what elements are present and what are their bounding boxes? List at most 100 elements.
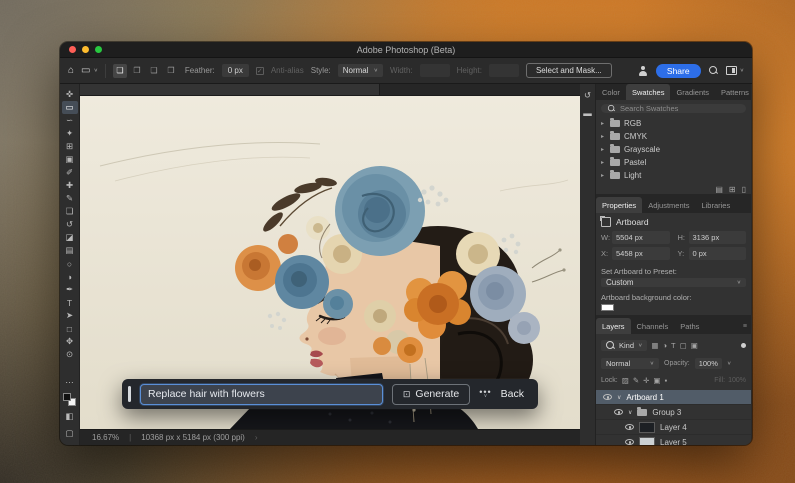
tool-path-selection[interactable]: ➤ [62,309,78,322]
tab-swatches[interactable]: Swatches [626,84,671,100]
dimension-input[interactable]: 5504 px [612,231,670,244]
dimension-input[interactable]: 3136 px [689,231,747,244]
swatch-search-field[interactable]: Search Swatches [601,104,746,113]
expand-caret-icon[interactable]: ▸ [601,146,606,153]
tab-layers[interactable]: Layers [596,318,631,334]
tool-zoom[interactable]: ⊙ [62,348,78,361]
tab-patterns[interactable]: Patterns [715,84,752,100]
lock-artboard-nesting[interactable]: ▣ [653,376,660,385]
tool-pen[interactable]: ✒ [62,283,78,296]
lock-position[interactable]: ✛ [643,376,649,385]
workspace-switcher[interactable]: ∨ [726,66,744,75]
tool-dodge[interactable]: ◑ [62,270,78,283]
filter-adjustment-layers[interactable]: ◑ [663,341,668,350]
expand-caret-icon[interactable]: ▸ [601,133,606,140]
dimension-input[interactable]: 5458 px [612,247,670,260]
tab-color[interactable]: Color [596,84,626,100]
expand-caret-icon[interactable]: ▸ [601,172,606,179]
swatches-delete-swatch[interactable]: ▯ [742,185,746,194]
color-swatches[interactable] [63,393,76,406]
tool-type[interactable]: T [62,296,78,309]
swatch-group-light[interactable]: ▸ Light [601,169,746,182]
blend-mode-dropdown[interactable]: Normal ∨ [601,358,659,369]
select-and-mask-button[interactable]: Select and Mask... [526,63,612,78]
panel-menu-icon[interactable]: ≡ [743,318,751,334]
swatch-group-pastel[interactable]: ▸ Pastel [601,156,746,169]
status-chevron-icon[interactable]: › [255,433,258,442]
expand-caret-icon[interactable]: ∨ [617,394,621,401]
tool-clone-stamp[interactable]: ❏ [62,205,78,218]
visibility-eye-icon[interactable] [603,394,612,400]
tool-object-selection[interactable]: ✦ [62,127,78,140]
tool-rectangle[interactable]: □ [62,322,78,335]
document-tab[interactable] [80,84,380,95]
tool-rectangular-marquee[interactable]: ▭ [62,101,78,114]
swatches-new-group[interactable]: ▤ [715,185,723,194]
selmode-add-to-selection[interactable]: ❐ [130,64,144,78]
tab-channels[interactable]: Channels [631,318,675,334]
swatch-group-grayscale[interactable]: ▸ Grayscale [601,143,746,156]
artboard-bg-color-swatch[interactable] [601,304,614,311]
visibility-eye-icon[interactable] [614,409,623,415]
tab-properties[interactable]: Properties [596,197,642,213]
selmode-new-selection[interactable]: ❏ [113,64,127,78]
layer-row-artboard-1[interactable]: ∨ Artboard 1 [596,390,751,405]
opacity-input[interactable]: 100% [695,358,722,369]
filter-toggle[interactable] [741,343,746,348]
swatch-group-cmyk[interactable]: ▸ CMYK [601,130,746,143]
swatches-new-swatch[interactable]: ⊞ [729,185,736,194]
selmode-subtract-from-selection[interactable]: ❑ [147,64,161,78]
filter-shape-layers[interactable]: ▢ [680,341,687,350]
tab-adjustments[interactable]: Adjustments [642,197,695,213]
generative-fill-prompt-input[interactable] [140,384,383,405]
search-icon[interactable] [709,66,718,75]
foreground-color[interactable] [63,393,71,401]
visibility-eye-icon[interactable] [625,439,634,445]
screen-mode-button[interactable]: ▢ [62,427,78,440]
tool-history-brush[interactable]: ↺ [62,218,78,231]
canvas[interactable]: ⊡ Generate ••• ∨ Back [80,96,580,429]
account-icon[interactable] [638,66,648,76]
filter-smart-objects[interactable]: ▣ [691,341,698,350]
tool-brush[interactable]: ✎ [62,192,78,205]
tool-crop[interactable]: ⊞ [62,140,78,153]
tool-eraser[interactable]: ◪ [62,231,78,244]
width-input[interactable] [420,64,450,77]
expand-caret-icon[interactable]: ▸ [601,120,606,127]
quick-mask-button[interactable]: ◧ [62,410,78,423]
layer-row-layer-4[interactable]: ∨ Layer 4 [596,420,751,435]
feather-input[interactable]: 0 px [222,64,249,77]
tool-spot-healing[interactable]: ✚ [62,179,78,192]
tool-move[interactable]: ✜ [62,88,78,101]
filter-pixel-layers[interactable]: ▦ [651,341,658,350]
tool-gradient[interactable]: ▤ [62,244,78,257]
tab-libraries[interactable]: Libraries [695,197,736,213]
tool-frame[interactable]: ▣ [62,153,78,166]
selmode-intersect-selection[interactable]: ❒ [164,64,178,78]
lock-transparent-pixels[interactable]: ▨ [622,376,629,385]
artboard-preset-dropdown[interactable]: Custom ∨ [601,278,746,287]
collapsed-panel-properties-mini[interactable]: ▬ [583,108,592,118]
expand-caret-icon[interactable]: ∨ [628,409,632,416]
layer-row-layer-5[interactable]: ∨ Layer 5 [596,435,751,445]
generate-button[interactable]: ⊡ Generate [392,384,470,405]
tool-blur[interactable]: ○ [62,257,78,270]
dimension-input[interactable]: 0 px [689,247,747,260]
tool-lasso[interactable]: ∽ [62,114,78,127]
expand-caret-icon[interactable]: ▸ [601,159,606,166]
more-options-button[interactable]: ••• ∨ [479,390,491,398]
home-icon[interactable]: ⌂ [68,66,74,76]
edit-toolbar-button[interactable]: ⋯ [62,376,78,389]
zoom-level[interactable]: 16.67% [92,433,119,442]
layer-row-group-3[interactable]: ∨ Group 3 [596,405,751,420]
collapsed-panel-history[interactable]: ↺ [584,90,591,101]
share-button[interactable]: Share [656,64,701,78]
style-dropdown[interactable]: Normal ∨ [338,64,383,77]
anti-alias-checkbox[interactable]: ✓ [256,67,264,75]
swatch-group-rgb[interactable]: ▸ RGB [601,117,746,130]
prompt-drag-handle[interactable] [128,386,131,402]
tab-gradients[interactable]: Gradients [670,84,715,100]
lock-image-pixels[interactable]: ✎ [633,376,639,385]
tab-paths[interactable]: Paths [674,318,705,334]
back-button[interactable]: Back [501,388,528,400]
